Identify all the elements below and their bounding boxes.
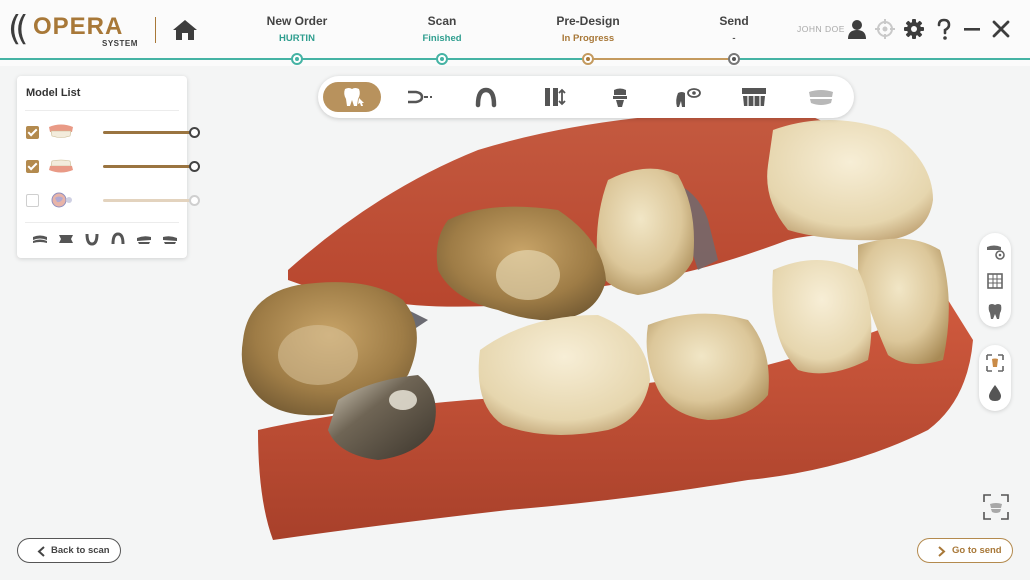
view-front-icon[interactable]	[57, 232, 75, 246]
progress-track-pending	[588, 58, 734, 60]
tooth-select-icon[interactable]	[323, 82, 381, 112]
progress-track	[0, 58, 1030, 60]
insertion-view-icon[interactable]	[658, 82, 716, 112]
opacity-slider-bite[interactable]	[103, 195, 200, 206]
model-checkbox-lower[interactable]	[26, 160, 39, 173]
model-list-title: Model List	[26, 87, 81, 99]
view-bottom-icon[interactable]	[83, 232, 101, 246]
margin-line-icon[interactable]	[390, 82, 448, 112]
step-title: Send	[719, 14, 749, 28]
divider	[25, 222, 179, 223]
step-status: In Progress	[561, 33, 615, 44]
fit-to-screen-icon[interactable]	[982, 493, 1010, 521]
model-list-panel: Model List	[17, 76, 200, 258]
model-row-lower	[17, 156, 200, 176]
upper-jaw-thumbnail-icon[interactable]	[47, 122, 75, 142]
abutment-icon[interactable]	[591, 82, 649, 112]
go-to-send-button[interactable]: Go to send	[917, 538, 1013, 563]
grid-view-icon[interactable]	[985, 271, 1005, 291]
model-row-upper	[17, 122, 200, 142]
step-status: -	[732, 33, 736, 44]
step-dot-new-order[interactable]	[291, 53, 303, 65]
slider-fill	[103, 165, 195, 168]
step-status: Finished	[422, 33, 462, 44]
app-header: (( OPERA SYSTEM New Order HURTIN Scan Fi…	[0, 0, 1030, 66]
step-dot-pre-design[interactable]	[582, 53, 594, 65]
occlusion-map-icon[interactable]	[985, 353, 1005, 373]
step-title: Pre-Design	[556, 14, 620, 28]
crosshair-icon[interactable]	[874, 18, 896, 40]
lower-jaw-thumbnail-icon[interactable]	[47, 156, 75, 176]
side-tool-group-display	[979, 345, 1011, 411]
step-dot-scan[interactable]	[436, 53, 448, 65]
view-right-icon[interactable]	[161, 232, 179, 246]
side-tool-group-model	[979, 233, 1011, 327]
bite-model-icon[interactable]	[792, 82, 850, 112]
view-back-icon[interactable]	[109, 232, 127, 246]
dental-scan-model[interactable]	[228, 70, 988, 550]
step-dot-send[interactable]	[728, 53, 740, 65]
user-icon[interactable]	[846, 18, 868, 40]
model-checkbox-upper[interactable]	[26, 126, 39, 139]
back-button-label: Back to scan	[51, 545, 110, 556]
divider	[25, 110, 179, 111]
chevron-left-icon	[37, 546, 45, 557]
next-button-label: Go to send	[952, 545, 1002, 556]
model-checkbox-bite[interactable]	[26, 194, 39, 207]
minimize-icon[interactable]	[961, 18, 983, 40]
slider-knob[interactable]	[189, 195, 200, 206]
slider-knob[interactable]	[189, 161, 200, 172]
color-drop-icon[interactable]	[985, 383, 1005, 403]
step-send[interactable]: Send -	[664, 14, 804, 45]
step-title: New Order	[266, 14, 328, 28]
tooth-axis-icon[interactable]	[524, 82, 582, 112]
step-status: HURTIN	[279, 33, 315, 44]
step-pre-design[interactable]: Pre-Design In Progress	[518, 14, 658, 45]
gear-icon[interactable]	[903, 18, 925, 40]
opacity-slider-lower[interactable]	[103, 161, 200, 172]
bite-scan-thumbnail-icon[interactable]	[47, 190, 75, 210]
slider-fill	[103, 199, 195, 202]
step-scan[interactable]: Scan Finished	[372, 14, 512, 45]
model-row-bite	[17, 190, 200, 210]
close-icon[interactable]	[990, 18, 1012, 40]
model-settings-icon[interactable]	[985, 241, 1005, 261]
slider-knob[interactable]	[189, 127, 200, 138]
back-to-scan-button[interactable]: Back to scan	[17, 538, 121, 563]
view-left-icon[interactable]	[135, 232, 153, 246]
opacity-slider-upper[interactable]	[103, 127, 200, 138]
view-presets	[33, 232, 179, 246]
tooth-view-icon[interactable]	[985, 301, 1005, 321]
arch-icon[interactable]	[457, 82, 515, 112]
slider-fill	[103, 131, 195, 134]
grid-model-icon[interactable]	[725, 82, 783, 112]
step-title: Scan	[427, 14, 457, 28]
view-top-icon[interactable]	[31, 232, 49, 246]
help-icon[interactable]	[933, 18, 955, 40]
user-name: JOHN DOE	[797, 24, 845, 34]
design-toolbar	[318, 76, 854, 118]
step-new-order[interactable]: New Order HURTIN	[227, 14, 367, 45]
chevron-right-icon	[938, 546, 946, 557]
